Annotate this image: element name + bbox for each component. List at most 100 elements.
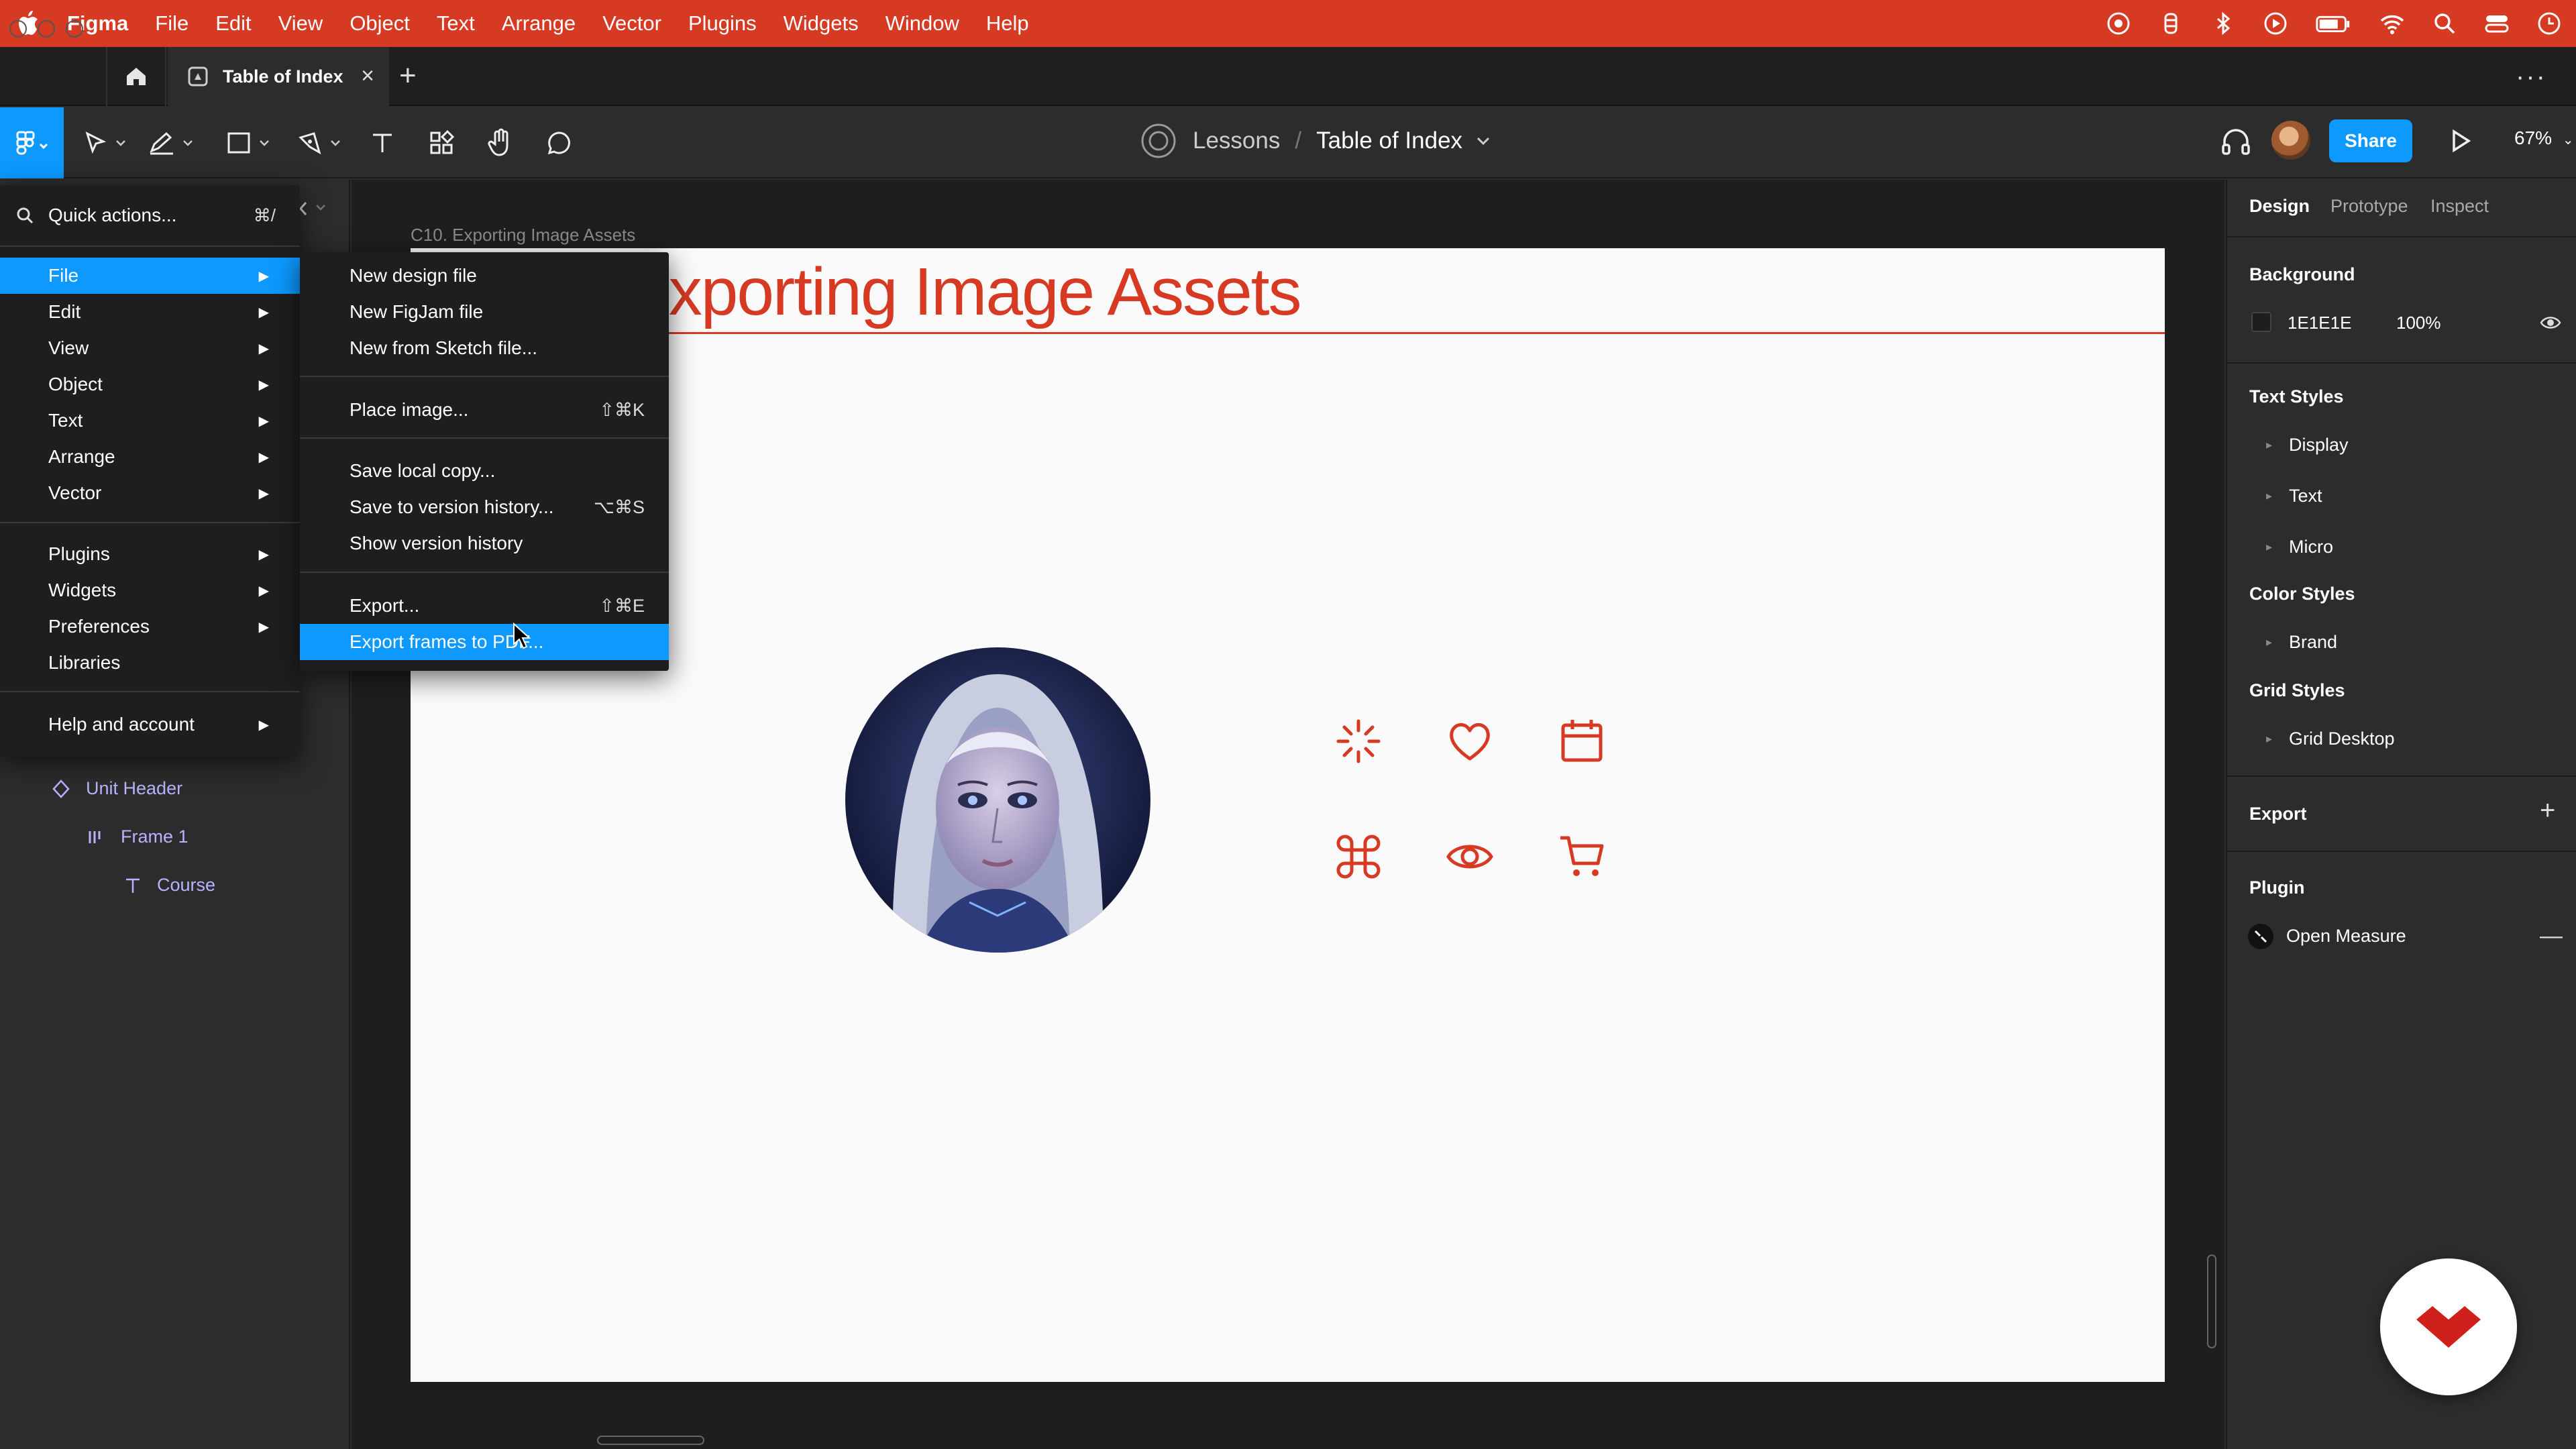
background-hex-input[interactable]: 1E1E1E [2288, 313, 2351, 333]
main-menu-vector[interactable]: Vector ▶ [0, 475, 300, 511]
file-show-version-history[interactable]: Show version history [300, 525, 669, 561]
style-display[interactable]: ▸ Display [2266, 435, 2349, 455]
play-circle-icon[interactable] [2262, 10, 2289, 37]
menu-file[interactable]: File [155, 11, 189, 36]
menu-view[interactable]: View [278, 11, 323, 36]
eye-visibility-icon[interactable] [2540, 313, 2561, 333]
remove-plugin-icon[interactable]: — [2540, 923, 2563, 949]
menu-arrange[interactable]: Arrange [502, 11, 576, 36]
main-menu-widgets[interactable]: Widgets ▶ [0, 572, 300, 608]
quick-actions-item[interactable]: Quick actions... ⌘/ [0, 195, 300, 236]
spotlight-search-icon[interactable] [2431, 10, 2458, 37]
eye-icon[interactable] [1446, 833, 1494, 881]
style-text[interactable]: ▸ Text [2266, 486, 2322, 506]
shape-tool[interactable] [225, 124, 270, 162]
text-tool[interactable] [369, 124, 396, 162]
background-color-swatch[interactable] [2251, 312, 2271, 332]
frame-title-text[interactable]: Exporting Image Assets [625, 254, 1302, 331]
frame[interactable] [411, 248, 2165, 1382]
new-tab-button[interactable]: + [399, 59, 417, 93]
resources-tool[interactable] [428, 124, 456, 162]
creative-cloud-icon[interactable] [2105, 10, 2132, 37]
file-save-local-copy[interactable]: Save local copy... [300, 453, 669, 489]
breadcrumb-project[interactable]: Lessons [1193, 127, 1280, 154]
wifi-icon[interactable] [2379, 10, 2406, 37]
plugin-open-measure[interactable]: Open Measure [2286, 926, 2406, 947]
clock-icon[interactable] [2536, 10, 2563, 37]
file-new-design-file[interactable]: New design file [300, 258, 669, 294]
main-menu-plugins[interactable]: Plugins ▶ [0, 536, 300, 572]
headphones-icon[interactable] [2220, 126, 2251, 157]
portrait-image[interactable] [845, 647, 1150, 953]
frame-name-label[interactable]: C10. Exporting Image Assets [411, 225, 635, 246]
present-play-icon[interactable] [2447, 127, 2474, 154]
breadcrumb-file[interactable]: Table of Index [1316, 127, 1462, 154]
file-export-frames-to-pdf[interactable]: Export frames to PDF... [300, 624, 669, 660]
add-export-icon[interactable]: + [2540, 796, 2555, 826]
main-menu-libraries[interactable]: Libraries [0, 645, 300, 681]
menu-widgets[interactable]: Widgets [784, 11, 859, 36]
tab-design[interactable]: Design [2249, 196, 2310, 217]
tab-inspect[interactable]: Inspect [2430, 196, 2489, 217]
file-new-figjam-file[interactable]: New FigJam file [300, 294, 669, 330]
main-menu-object[interactable]: Object ▶ [0, 366, 300, 402]
collapse-panel-icon[interactable] [295, 200, 329, 217]
more-options-icon[interactable]: ··· [2516, 62, 2546, 92]
menu-edit[interactable]: Edit [215, 11, 251, 36]
main-menu-text[interactable]: Text ▶ [0, 402, 300, 439]
pen-tool[interactable] [297, 124, 341, 162]
layer-unit-header[interactable]: Unit Header [51, 778, 182, 799]
window-zoom-button[interactable] [66, 20, 83, 38]
file-place-image[interactable]: Place image... ⇧⌘K [300, 392, 669, 428]
main-menu-edit[interactable]: Edit ▶ [0, 294, 300, 330]
main-menu-view[interactable]: View ▶ [0, 330, 300, 366]
main-menu-file[interactable]: File ▶ [0, 258, 300, 294]
control-center-icon[interactable] [2483, 10, 2510, 37]
main-menu-help-and-account[interactable]: Help and account ▶ [0, 706, 300, 743]
file-export[interactable]: Export... ⇧⌘E [300, 588, 669, 624]
calendar-icon[interactable] [1558, 717, 1606, 765]
menu-text[interactable]: Text [437, 11, 475, 36]
battery-icon[interactable] [2314, 10, 2353, 37]
chevron-down-icon[interactable] [1476, 136, 1491, 146]
user-avatar[interactable] [2271, 121, 2310, 160]
heart-icon[interactable] [1446, 717, 1494, 765]
share-button[interactable]: Share [2329, 119, 2412, 162]
menu-help[interactable]: Help [986, 11, 1029, 36]
loader-icon[interactable] [1334, 717, 1383, 765]
layer-frame-1[interactable]: Frame 1 [86, 826, 189, 847]
home-tab[interactable] [106, 47, 166, 106]
style-brand[interactable]: ▸ Brand [2266, 632, 2337, 653]
main-menu-preferences[interactable]: Preferences ▶ [0, 608, 300, 645]
main-menu-button[interactable] [0, 107, 64, 178]
tab-prototype[interactable]: Prototype [2330, 196, 2408, 217]
window-close-button[interactable] [9, 20, 27, 38]
menu-vector[interactable]: Vector [602, 11, 661, 36]
move-tool[interactable] [82, 124, 126, 162]
background-opacity-input[interactable]: 100% [2396, 313, 2441, 333]
menu-plugins[interactable]: Plugins [688, 11, 757, 36]
shopping-cart-icon[interactable] [1558, 833, 1606, 881]
window-minimize-button[interactable] [38, 20, 55, 38]
menu-label: Help and account [48, 714, 195, 735]
close-tab-icon[interactable]: × [361, 63, 374, 89]
comment-tool[interactable] [546, 124, 573, 162]
zoom-dropdown[interactable]: 67% ⌄ [2514, 127, 2574, 149]
menu-window[interactable]: Window [885, 11, 959, 36]
bluetooth-icon[interactable] [2210, 10, 2237, 37]
file-save-to-version-history[interactable]: Save to version history... ⌥⌘S [300, 489, 669, 525]
horizontal-scrollbar[interactable] [597, 1436, 704, 1445]
draw-tool[interactable] [148, 124, 193, 162]
command-icon[interactable] [1334, 833, 1383, 881]
file-new-from-sketch[interactable]: New from Sketch file... [300, 330, 669, 366]
layer-course[interactable]: Course [123, 875, 215, 896]
text-icon [373, 133, 392, 152]
style-micro[interactable]: ▸ Micro [2266, 537, 2333, 557]
hand-tool[interactable] [487, 124, 514, 162]
style-grid-desktop[interactable]: ▸ Grid Desktop [2266, 729, 2395, 749]
main-menu-arrange[interactable]: Arrange ▶ [0, 439, 300, 475]
figma-tray-icon[interactable] [2157, 10, 2184, 37]
vertical-scrollbar[interactable] [2207, 1254, 2216, 1348]
tab-table-of-index[interactable]: Table of Index × [168, 47, 389, 106]
menu-object[interactable]: Object [350, 11, 410, 36]
